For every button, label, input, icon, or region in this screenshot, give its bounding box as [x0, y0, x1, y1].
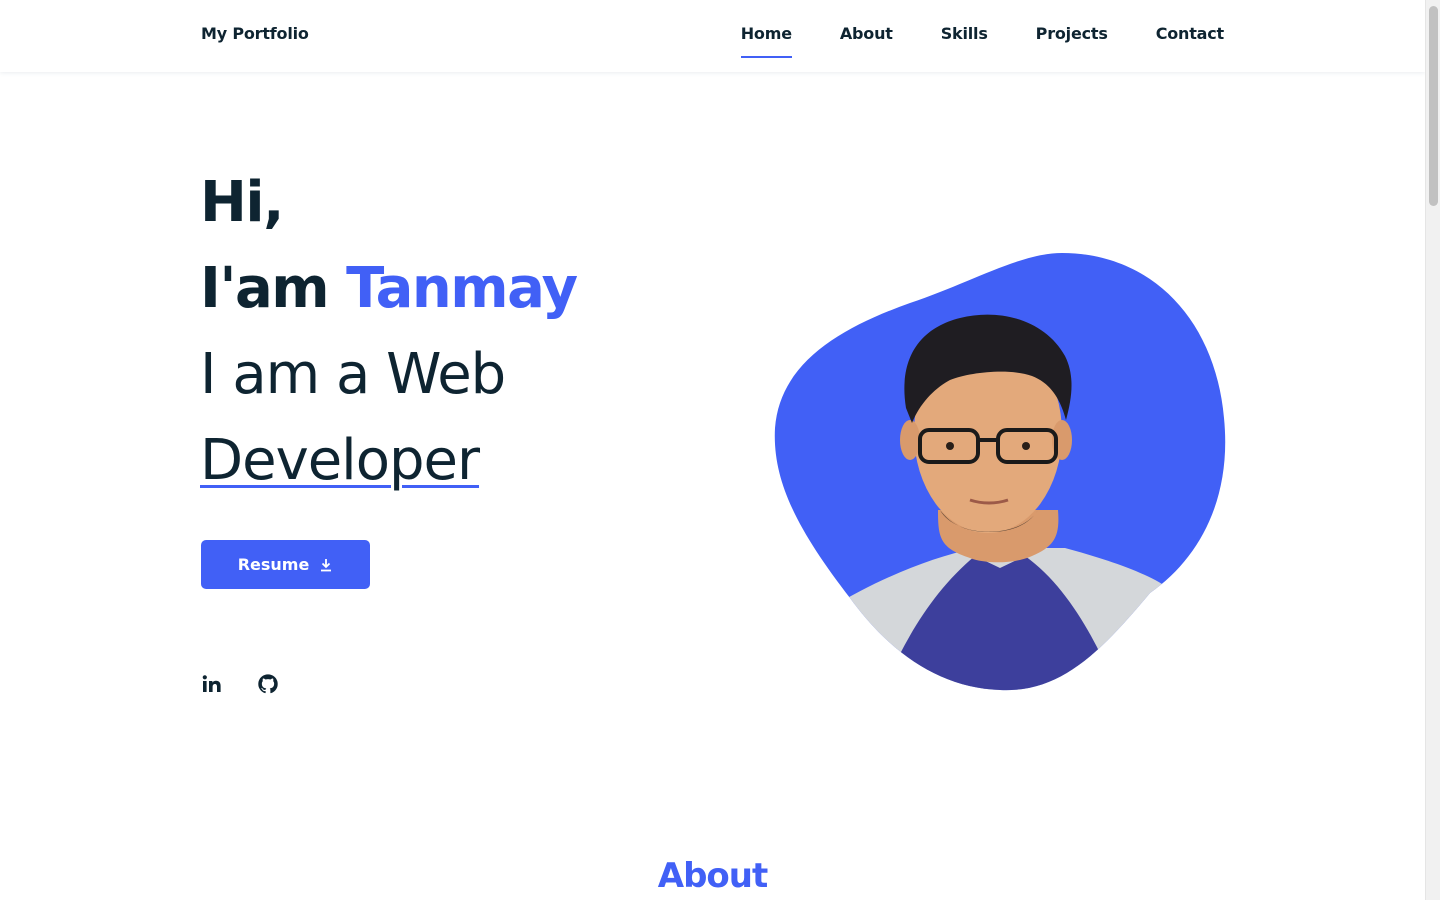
- main-nav: Home About Skills Projects Contact: [740, 24, 1225, 58]
- nav-contact[interactable]: Contact: [1156, 24, 1225, 58]
- social-links: [201, 672, 279, 696]
- site-logo[interactable]: My Portfolio: [201, 24, 309, 43]
- portfolio-page: My Portfolio Home About Skills Projects …: [0, 0, 1425, 900]
- hero-greeting: Hi,: [200, 170, 284, 235]
- nav-projects[interactable]: Projects: [1036, 24, 1108, 58]
- hero-intro-prefix: I'am: [200, 256, 347, 321]
- resume-button[interactable]: Resume: [201, 540, 370, 589]
- profile-photo: [770, 248, 1230, 698]
- hero-role-line2: Developer: [200, 418, 577, 504]
- github-icon[interactable]: [257, 672, 279, 696]
- nav-skills[interactable]: Skills: [941, 24, 988, 58]
- resume-label: Resume: [237, 555, 310, 574]
- linkedin-icon[interactable]: [201, 672, 223, 696]
- about-section-title: About: [657, 856, 768, 896]
- hero-intro: I'am Tanmay: [200, 246, 578, 332]
- download-icon: [319, 558, 333, 572]
- scrollbar-thumb[interactable]: [1429, 6, 1438, 206]
- site-header: My Portfolio Home About Skills Projects …: [0, 0, 1425, 72]
- nav-about[interactable]: About: [840, 24, 893, 58]
- hero-name: Tanmay: [346, 256, 578, 321]
- hero-role-word: Developer: [200, 428, 480, 493]
- nav-home[interactable]: Home: [740, 24, 792, 58]
- hero-text: Hi, I'am Tanmay I am a Web Developer: [200, 160, 578, 504]
- page-scrollbar[interactable]: [1425, 0, 1440, 900]
- hero-role-line1: I am a Web: [200, 342, 506, 407]
